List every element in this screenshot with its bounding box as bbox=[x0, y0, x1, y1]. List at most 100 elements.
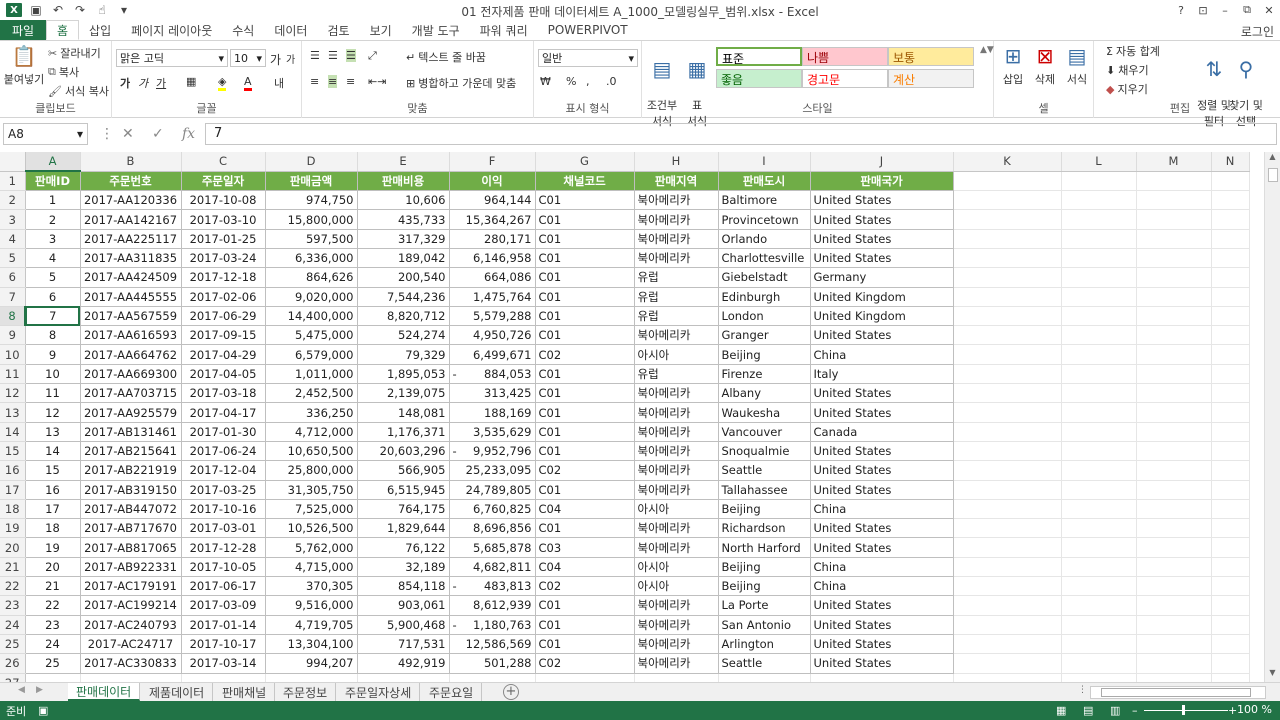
data-cell[interactable]: 2017-AC199214 bbox=[79, 595, 182, 616]
data-cell[interactable]: 24,789,805 bbox=[448, 479, 536, 500]
format-painter-button[interactable]: 🖌 서식 복사 bbox=[48, 83, 109, 99]
login-link[interactable]: 로그인 bbox=[1241, 23, 1274, 40]
data-cell[interactable]: 16 bbox=[24, 479, 81, 500]
row-header[interactable]: 20 bbox=[0, 537, 26, 558]
empty-cell[interactable] bbox=[1061, 673, 1137, 682]
row-header[interactable]: 26 bbox=[0, 653, 26, 674]
data-cell[interactable]: 10,650,500 bbox=[264, 440, 358, 462]
data-cell[interactable]: 7,544,236 bbox=[356, 286, 450, 307]
data-cell[interactable]: 2017-03-24 bbox=[180, 247, 266, 269]
empty-cell[interactable] bbox=[1136, 518, 1212, 539]
data-cell[interactable]: United States bbox=[809, 209, 954, 230]
data-cell[interactable]: C01 bbox=[534, 421, 635, 442]
tab-review[interactable]: 검토 bbox=[317, 20, 359, 40]
empty-cell[interactable] bbox=[1136, 499, 1212, 520]
empty-cell[interactable] bbox=[1061, 615, 1137, 635]
empty-cell[interactable] bbox=[810, 673, 954, 682]
row-header[interactable]: 25 bbox=[0, 634, 26, 655]
data-cell[interactable]: United States bbox=[809, 460, 954, 481]
empty-cell[interactable] bbox=[1061, 248, 1137, 269]
empty-cell[interactable] bbox=[1136, 248, 1212, 269]
comma-button[interactable]: , bbox=[586, 75, 590, 88]
empty-cell[interactable] bbox=[953, 595, 1062, 616]
empty-cell[interactable] bbox=[1061, 364, 1137, 385]
column-header-g[interactable]: G bbox=[535, 152, 635, 172]
empty-cell[interactable] bbox=[265, 673, 358, 682]
select-all-corner[interactable] bbox=[0, 152, 26, 172]
data-cell[interactable]: 유럽 bbox=[633, 286, 719, 307]
data-cell[interactable]: -1,180,763 bbox=[448, 614, 536, 635]
format-as-table-button[interactable]: ▦ 표 서식 bbox=[680, 43, 714, 129]
column-header-j[interactable]: J bbox=[810, 152, 954, 172]
data-cell[interactable]: Seattle bbox=[717, 460, 811, 481]
data-cell[interactable]: C01 bbox=[534, 305, 635, 327]
data-cell[interactable]: United Kingdom bbox=[809, 305, 954, 327]
data-cell[interactable]: United States bbox=[809, 633, 954, 655]
data-cell[interactable]: 2017-AA925579 bbox=[79, 402, 182, 423]
worksheet-grid[interactable]: ABCDEFGHIJKLMN 1 판매ID 주문번호 주문일자 판매금액 판매비용 이익 채널… bbox=[0, 152, 1264, 682]
data-cell[interactable]: 4,950,726 bbox=[448, 325, 536, 346]
data-cell[interactable]: 6,515,945 bbox=[356, 479, 450, 500]
empty-cell[interactable] bbox=[1136, 402, 1212, 423]
empty-cell[interactable] bbox=[1061, 518, 1137, 539]
column-title-cell[interactable]: 주문번호 bbox=[79, 170, 182, 192]
font-color-button[interactable]: A bbox=[244, 75, 252, 91]
data-cell[interactable]: C01 bbox=[534, 286, 635, 307]
close-button[interactable]: ✕ bbox=[1258, 0, 1280, 20]
data-cell[interactable]: C01 bbox=[534, 190, 635, 211]
data-cell[interactable]: C04 bbox=[534, 556, 635, 578]
empty-cell[interactable] bbox=[449, 673, 536, 682]
empty-cell[interactable] bbox=[535, 673, 635, 682]
align-top-button[interactable]: ☰ bbox=[310, 49, 320, 62]
empty-cell[interactable] bbox=[1136, 441, 1212, 462]
data-cell[interactable]: 20,603,296 bbox=[356, 440, 450, 462]
empty-cell[interactable] bbox=[1211, 422, 1250, 442]
delete-cells-button[interactable]: ⊠ 삭제 bbox=[1030, 43, 1060, 87]
data-cell[interactable]: 2017-01-30 bbox=[180, 421, 266, 442]
data-cell[interactable]: C01 bbox=[534, 633, 635, 655]
data-cell[interactable]: 2017-AA445555 bbox=[79, 286, 182, 307]
empty-cell[interactable] bbox=[1211, 190, 1250, 211]
scroll-up-icon[interactable]: ▲ bbox=[1265, 152, 1280, 166]
column-title-cell[interactable]: 주문일자 bbox=[180, 170, 266, 192]
data-cell[interactable]: United States bbox=[809, 479, 954, 500]
data-cell[interactable]: 2017-AB447072 bbox=[79, 498, 182, 520]
empty-cell[interactable] bbox=[1136, 673, 1212, 682]
empty-cell[interactable] bbox=[953, 673, 1062, 682]
data-cell[interactable]: 4,715,000 bbox=[264, 556, 358, 578]
touch-mode-icon[interactable]: ☝ bbox=[94, 2, 110, 18]
data-cell[interactable]: 2017-01-25 bbox=[180, 228, 266, 249]
data-cell[interactable]: 2017-03-01 bbox=[180, 518, 266, 539]
data-cell[interactable]: 북아메리카 bbox=[633, 440, 719, 462]
data-cell[interactable]: C01 bbox=[534, 267, 635, 288]
italic-button[interactable]: 가 bbox=[138, 75, 148, 91]
data-cell[interactable]: 5 bbox=[24, 267, 81, 288]
data-cell[interactable]: 2017-AC179191 bbox=[79, 576, 182, 597]
data-cell[interactable]: United States bbox=[809, 247, 954, 269]
empty-cell[interactable] bbox=[1061, 537, 1137, 558]
row-header[interactable]: 7 bbox=[0, 287, 26, 307]
data-cell[interactable]: United States bbox=[809, 440, 954, 462]
data-cell[interactable]: 아시아 bbox=[633, 576, 719, 597]
fill-button[interactable]: ⬇ 채우기 bbox=[1106, 62, 1149, 78]
sheet-tab-0[interactable]: 판매데이터 bbox=[68, 683, 141, 701]
column-header-i[interactable]: I bbox=[718, 152, 811, 172]
data-cell[interactable]: 25,233,095 bbox=[448, 460, 536, 481]
data-cell[interactable]: 2017-AA142167 bbox=[79, 209, 182, 230]
data-cell[interactable]: 188,169 bbox=[448, 402, 536, 423]
cancel-icon[interactable]: ✕ bbox=[122, 126, 134, 142]
number-format-select[interactable]: 일반 ▾ bbox=[538, 49, 638, 67]
data-cell[interactable]: 2017-AA424509 bbox=[79, 267, 182, 288]
row-header[interactable]: 8 bbox=[0, 306, 26, 327]
data-cell[interactable]: 9 bbox=[24, 344, 81, 365]
data-cell[interactable]: 2017-04-05 bbox=[180, 363, 266, 385]
help-button[interactable]: ? bbox=[1170, 0, 1192, 20]
empty-cell[interactable] bbox=[1211, 460, 1250, 481]
decimal-buttons[interactable]: .0 bbox=[606, 75, 617, 88]
data-cell[interactable]: Edinburgh bbox=[717, 286, 811, 307]
data-cell[interactable]: 2017-AB922331 bbox=[79, 556, 182, 578]
column-title-cell[interactable]: 채널코드 bbox=[534, 170, 635, 192]
data-cell[interactable]: 25 bbox=[24, 653, 81, 674]
data-cell[interactable]: 아시아 bbox=[633, 344, 719, 365]
data-cell[interactable]: 2017-03-18 bbox=[180, 383, 266, 404]
